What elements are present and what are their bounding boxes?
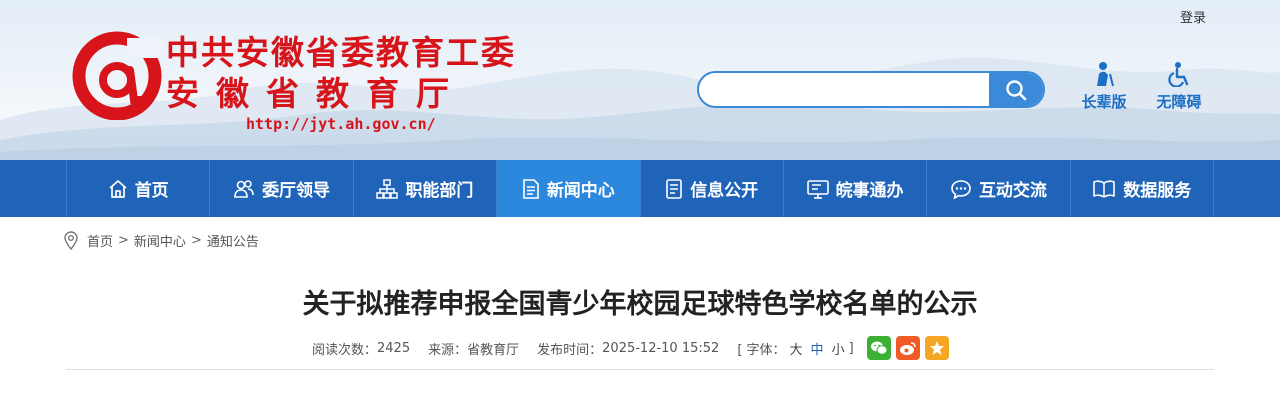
breadcrumb: 首页 > 新闻中心 > 通知公告: [64, 231, 259, 250]
nav-item-label: 新闻中心: [546, 181, 615, 201]
main-nav: 首页 委厅领导 职能部门 新闻中心 信息公开 皖事通办 互动交流 数据服务: [0, 160, 1280, 217]
login-link[interactable]: 登录: [1180, 7, 1206, 26]
nav-item-label: 互动交流: [978, 181, 1047, 201]
home-icon: [109, 179, 127, 198]
monitor-icon: [806, 179, 829, 199]
elder-icon: [1097, 62, 1114, 87]
share-weibo-button[interactable]: [895, 336, 920, 360]
breadcrumb-home[interactable]: 首页: [87, 231, 113, 250]
breadcrumb-separator: >: [118, 233, 129, 248]
emblem-logo-icon: [72, 31, 162, 120]
elder-version-link[interactable]: 长辈版: [1072, 61, 1136, 112]
publish-time-label: 发布时间：: [537, 342, 603, 358]
source-value: 省教育厅: [467, 342, 520, 358]
nav-item-label: 委厅领导: [262, 181, 331, 201]
search-icon: [1006, 79, 1027, 100]
nav-item-home[interactable]: 首页: [67, 160, 211, 217]
font-size-small[interactable]: 小: [832, 339, 845, 358]
nav-item-info-disclosure[interactable]: 信息公开: [641, 160, 784, 217]
site-header: 登录 中共安徽省委教育工委 安徽省教育厅 http://jyt.ah.gov.c…: [0, 0, 1280, 160]
search-bar: [697, 71, 1045, 108]
accessibility-link[interactable]: 无障碍: [1147, 61, 1211, 112]
wheelchair-icon: [1168, 62, 1189, 87]
font-size-large[interactable]: 大: [790, 339, 803, 358]
article-title: 关于拟推荐申报全国青少年校园足球特色学校名单的公示: [302, 289, 978, 320]
breadcrumb-notices[interactable]: 通知公告: [207, 231, 259, 250]
weibo-icon: [899, 342, 916, 355]
site-url: http://jyt.ah.gov.cn/: [246, 115, 436, 133]
source-label: 来源：: [428, 342, 468, 358]
nav-item-label: 皖事通办: [835, 181, 904, 201]
views-count: 2425: [377, 340, 411, 356]
document-icon: [523, 178, 539, 199]
location-pin-icon: [64, 231, 78, 250]
nav-item-label: 数据服务: [1123, 181, 1192, 201]
publish-time-value: 2025-12-10 15:52: [602, 340, 720, 356]
breadcrumb-news[interactable]: 新闻中心: [134, 231, 186, 250]
nav-item-label: 信息公开: [690, 181, 759, 201]
favorite-icon: [929, 341, 944, 355]
site-title-line2: 安徽省教育厅: [166, 74, 466, 113]
nav-item-interaction[interactable]: 互动交流: [927, 160, 1071, 217]
nav-item-news[interactable]: 新闻中心: [497, 160, 641, 217]
org-chart-icon: [376, 178, 399, 199]
article-meta: 阅读次数： 2425 来源： 省教育厅 发布时间： 2025-12-10 15:…: [312, 336, 949, 360]
search-button[interactable]: [989, 73, 1043, 106]
font-size-medium[interactable]: 中: [811, 339, 824, 358]
chat-icon: [951, 179, 971, 199]
book-icon: [1093, 179, 1116, 198]
elder-version-label: 长辈版: [1081, 93, 1127, 111]
list-doc-icon: [666, 178, 682, 199]
nav-item-leaders[interactable]: 委厅领导: [210, 160, 354, 217]
wechat-icon: [870, 341, 888, 355]
nav-item-data-services[interactable]: 数据服务: [1071, 160, 1214, 217]
search-input[interactable]: [699, 73, 991, 106]
views-label: 阅读次数：: [312, 342, 378, 358]
content-divider: [66, 369, 1214, 370]
nav-item-departments[interactable]: 职能部门: [354, 160, 498, 217]
nav-item-label: 首页: [134, 181, 169, 201]
share-wechat-button[interactable]: [866, 336, 891, 360]
font-size-close: ]: [848, 340, 854, 356]
users-icon: [234, 179, 254, 198]
share-favorite-button[interactable]: [924, 336, 949, 360]
site-title-line1: 中共安徽省委教育工委: [166, 33, 516, 72]
breadcrumb-separator: >: [190, 233, 202, 248]
nav-item-label: 职能部门: [405, 181, 474, 201]
font-size-label: [ 字体：: [737, 342, 786, 358]
nav-item-services[interactable]: 皖事通办: [784, 160, 928, 217]
accessibility-label: 无障碍: [1156, 93, 1202, 111]
